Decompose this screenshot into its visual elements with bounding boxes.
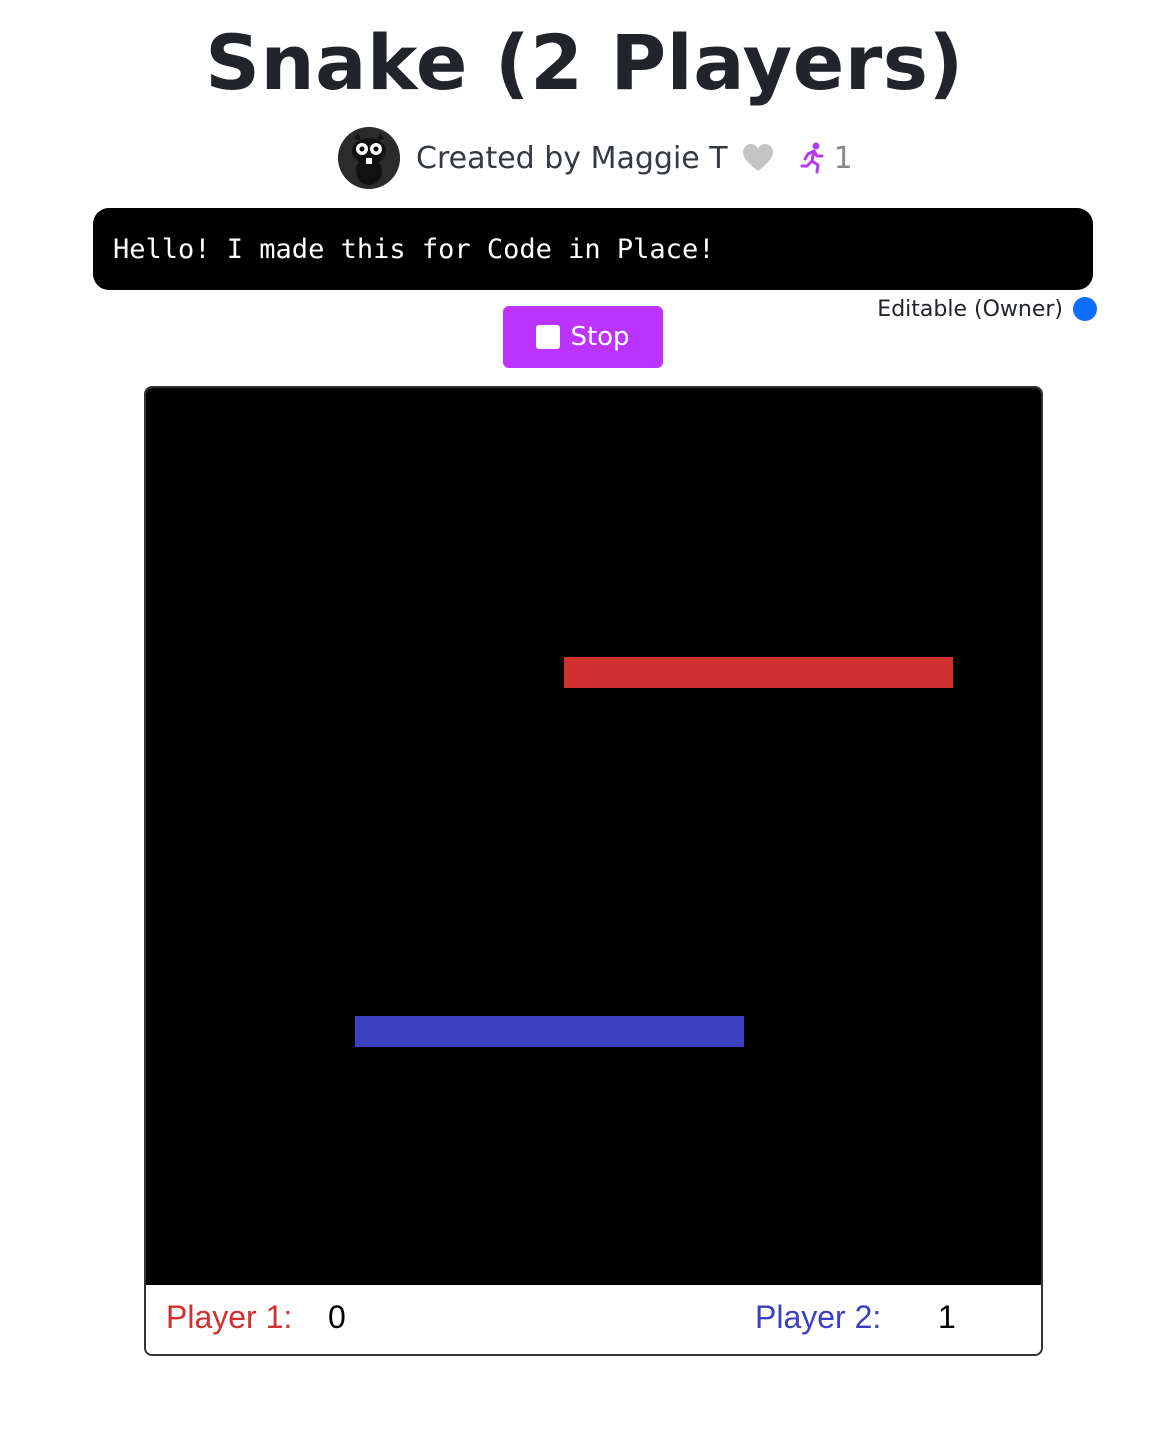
runner-icon [800, 142, 826, 174]
player2-label: Player 2: [755, 1299, 882, 1335]
heart-icon[interactable] [742, 144, 774, 172]
snake-player2 [355, 1016, 744, 1047]
page-title: Snake (2 Players) [205, 18, 964, 107]
snake-player1 [564, 657, 953, 688]
scoreboard: Player 1: 0 Player 2: 1 [146, 1285, 1041, 1354]
creator-byline: Created by Maggie T 1 [338, 127, 853, 189]
avatar[interactable] [338, 127, 400, 189]
game-frame: Player 1: 0 Player 2: 1 [144, 386, 1043, 1356]
stop-icon [536, 325, 561, 349]
run-count: 1 [833, 140, 853, 176]
creator-name[interactable]: Created by Maggie T [416, 141, 728, 176]
player1-label: Player 1: [166, 1299, 293, 1335]
player1-score: 0 [328, 1299, 346, 1335]
avatar-icon [338, 127, 400, 189]
stop-button[interactable]: Stop [503, 306, 663, 368]
game-board[interactable] [146, 388, 1041, 1285]
stop-label: Stop [570, 322, 630, 352]
status-dot [1073, 297, 1097, 321]
editable-label: Editable (Owner) [877, 296, 1063, 322]
editable-status: Editable (Owner) [877, 294, 1097, 324]
player2-score: 1 [938, 1299, 956, 1335]
message-banner: Hello! I made this for Code in Place! [93, 208, 1093, 290]
